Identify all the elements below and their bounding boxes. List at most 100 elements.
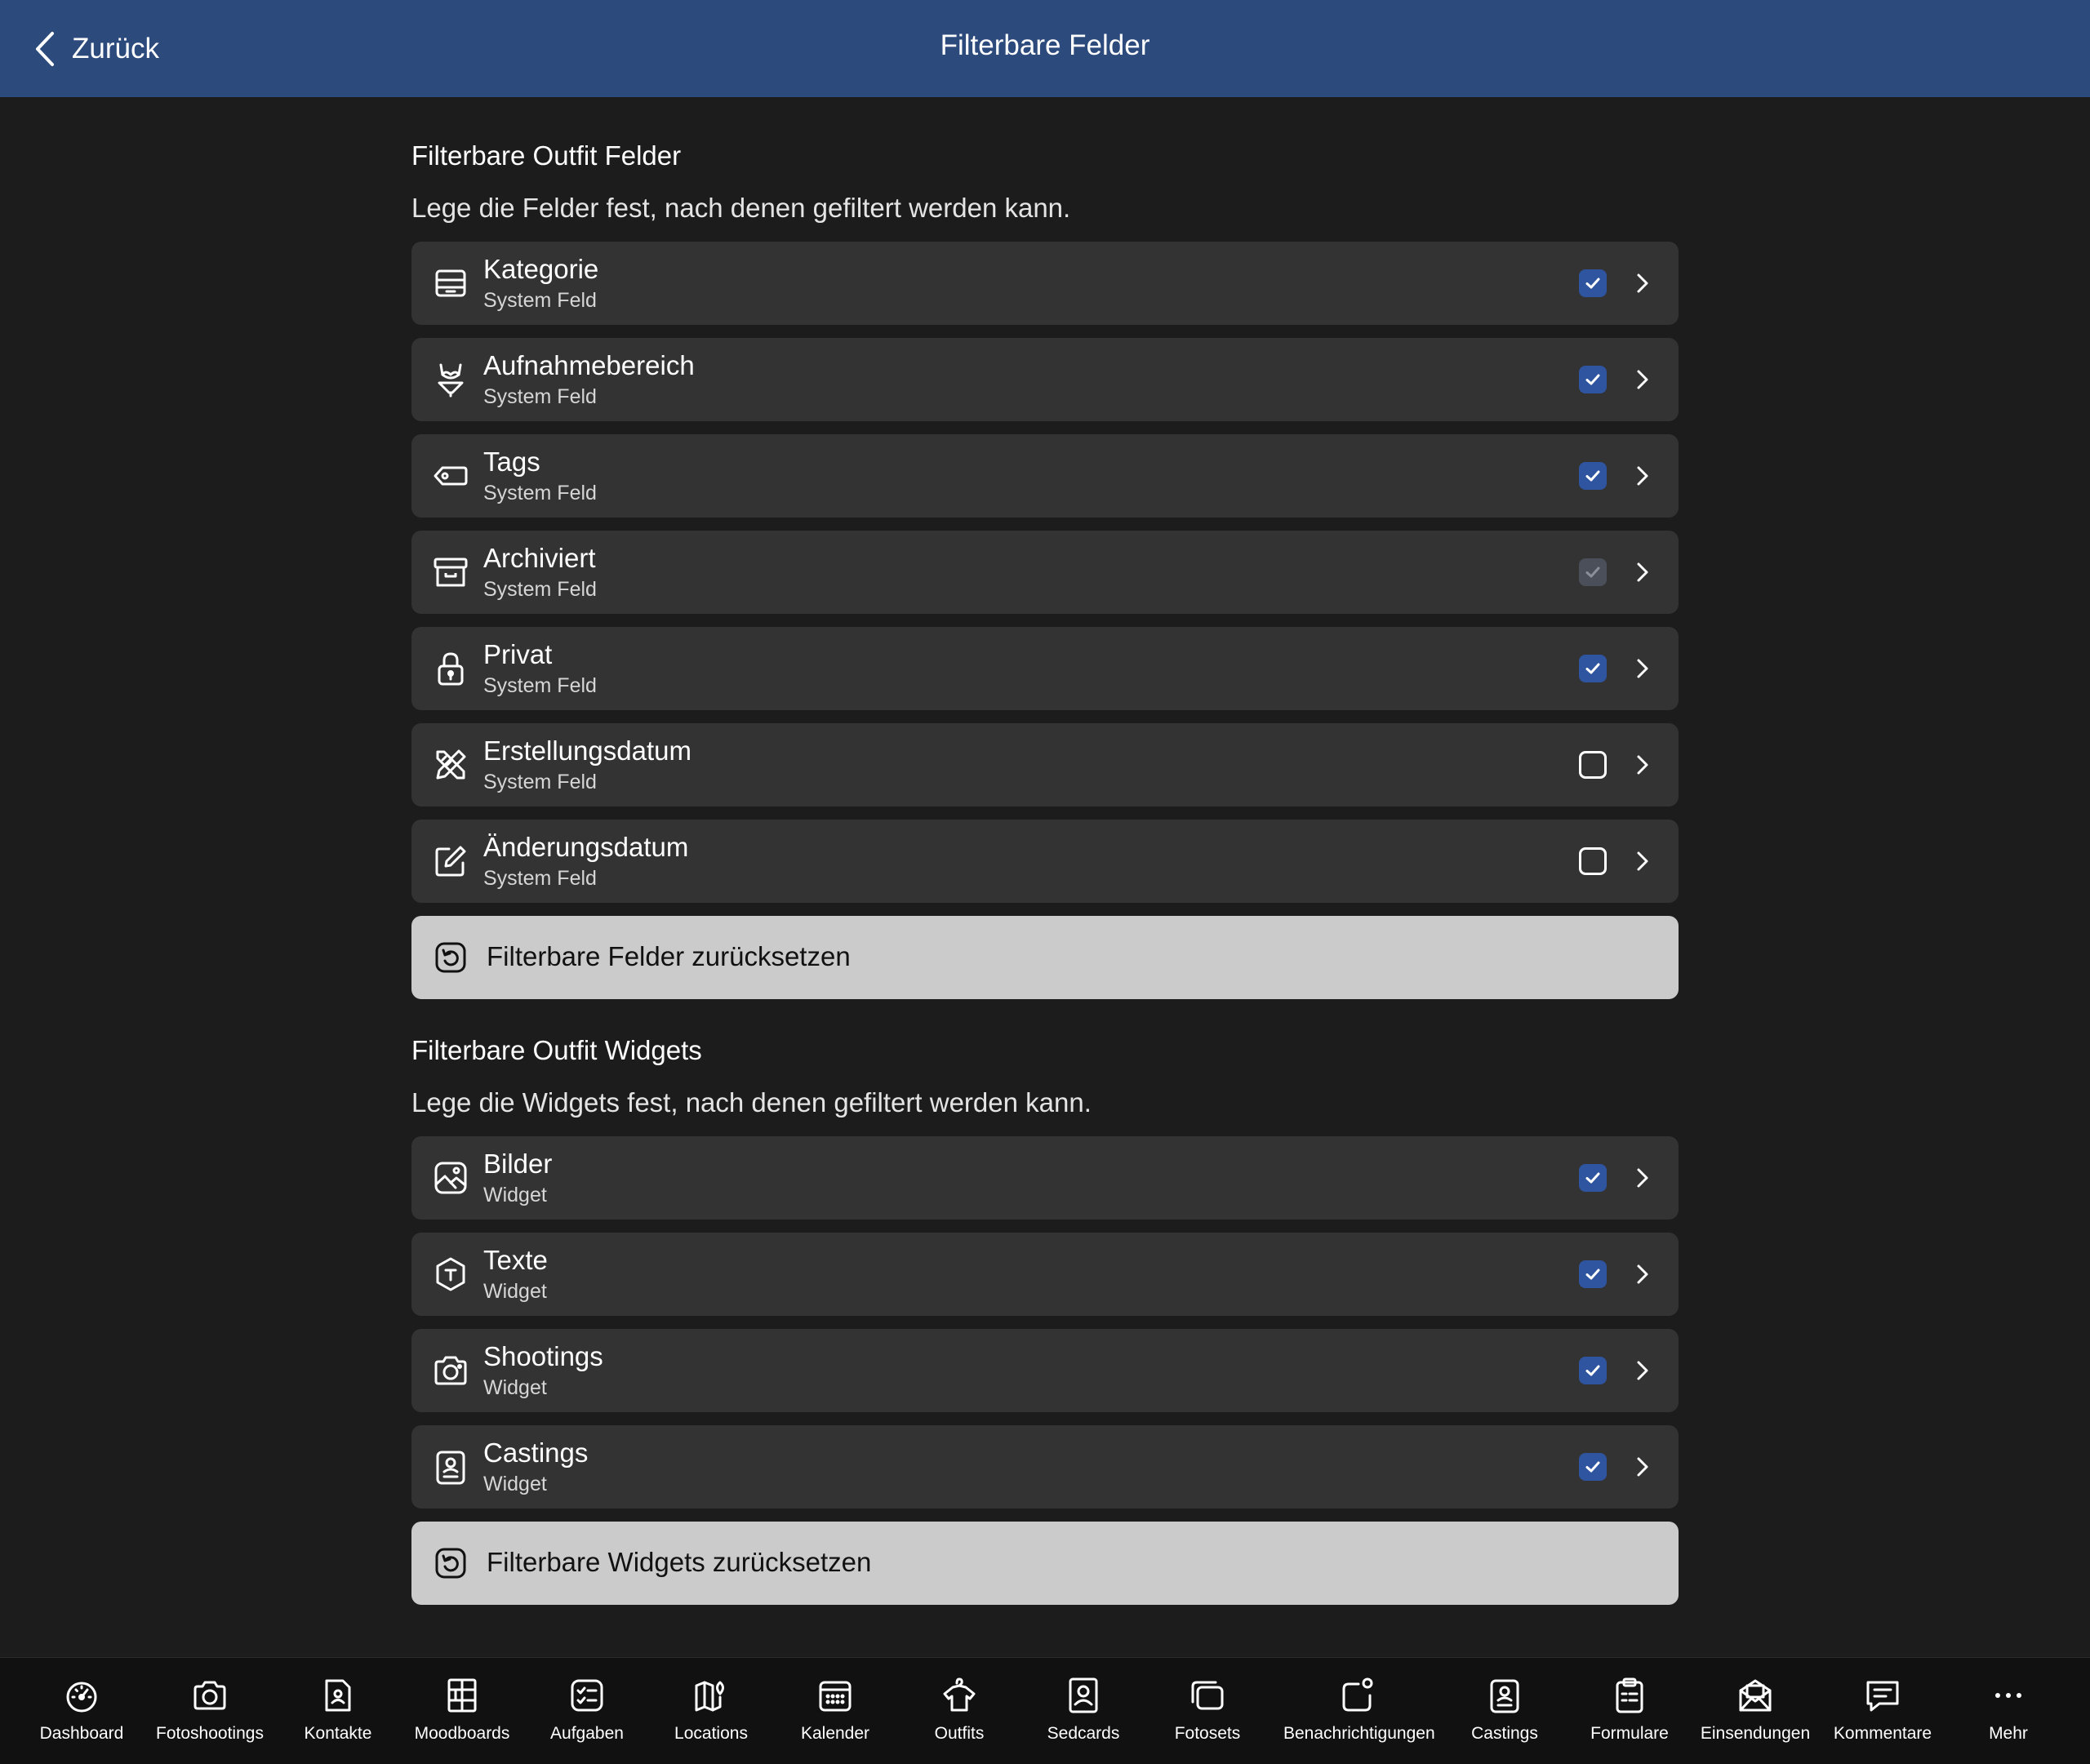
checkbox-checked[interactable] bbox=[1579, 655, 1607, 682]
tab-fotoshootings[interactable]: Fotoshootings bbox=[136, 1658, 283, 1764]
field-subtitle: System Feld bbox=[483, 771, 597, 793]
tab-benachrichtigungen[interactable]: Benachrichtigungen bbox=[1283, 1658, 1435, 1764]
reset-widgets-button[interactable]: Filterbare Widgets zurücksetzen bbox=[411, 1522, 1679, 1605]
tab-label: Benachrichtigungen bbox=[1283, 1724, 1435, 1743]
field-title: Tags bbox=[483, 447, 540, 477]
widget-title: Castings bbox=[483, 1437, 589, 1468]
calendar-icon bbox=[816, 1676, 855, 1715]
widget-title: Shootings bbox=[483, 1341, 603, 1371]
bikini-icon bbox=[431, 360, 470, 399]
widget-subtitle: Widget bbox=[483, 1376, 547, 1399]
tab-label: Fotosets bbox=[1174, 1724, 1241, 1743]
field-row-erstellungsdatum[interactable]: Erstellungsdatum System Feld bbox=[411, 723, 1679, 806]
checkbox-unchecked[interactable] bbox=[1579, 751, 1607, 779]
chevron-right-icon bbox=[1637, 1457, 1648, 1477]
camera-icon bbox=[190, 1676, 229, 1715]
more-dots-icon bbox=[1989, 1676, 2028, 1715]
reset-widgets-label: Filterbare Widgets zurücksetzen bbox=[487, 1547, 872, 1577]
widget-subtitle: Widget bbox=[483, 1184, 547, 1206]
chevron-right-icon bbox=[1637, 370, 1648, 389]
widget-title: Texte bbox=[483, 1245, 548, 1275]
comment-icon bbox=[1863, 1676, 1902, 1715]
chevron-right-icon bbox=[1637, 851, 1648, 871]
checkbox-checked-disabled bbox=[1579, 558, 1607, 586]
reset-icon bbox=[435, 942, 466, 973]
field-row-kategorie[interactable]: Kategorie System Feld bbox=[411, 242, 1679, 325]
tab-label: Dashboard bbox=[39, 1724, 124, 1743]
category-drawer-icon bbox=[431, 264, 470, 303]
chevron-right-icon bbox=[1637, 273, 1648, 293]
field-title: Aufnahmebereich bbox=[483, 350, 695, 380]
photo-stack-icon bbox=[1188, 1676, 1227, 1715]
chevron-right-icon bbox=[1637, 755, 1648, 775]
field-title: Änderungsdatum bbox=[483, 832, 689, 862]
tab-bar: Dashboard Fotoshootings Kontakte Moodboa… bbox=[0, 1657, 2090, 1764]
camera-icon bbox=[431, 1351, 470, 1390]
text-hexagon-icon bbox=[431, 1255, 470, 1294]
chevron-right-icon bbox=[1637, 466, 1648, 486]
map-pin-icon bbox=[691, 1676, 731, 1715]
navigation-bar: Zurück Filterbare Felder bbox=[0, 0, 2090, 97]
field-row-privat[interactable]: Privat System Feld bbox=[411, 627, 1679, 710]
field-row-aenderungsdatum[interactable]: Änderungsdatum System Feld bbox=[411, 820, 1679, 903]
field-row-archiviert[interactable]: Archiviert System Feld bbox=[411, 531, 1679, 614]
tab-label: Fotoshootings bbox=[156, 1724, 264, 1743]
sedcard-icon bbox=[1064, 1676, 1103, 1715]
tab-kommentare[interactable]: Kommentare bbox=[1809, 1658, 1956, 1764]
widget-row-texte[interactable]: Texte Widget bbox=[411, 1233, 1679, 1316]
contact-file-icon bbox=[318, 1676, 358, 1715]
field-subtitle: System Feld bbox=[483, 867, 597, 890]
widgets-section-title: Filterbare Outfit Widgets bbox=[411, 1035, 702, 1065]
checkbox-checked[interactable] bbox=[1579, 1164, 1607, 1192]
lock-icon bbox=[431, 649, 470, 688]
field-subtitle: System Feld bbox=[483, 289, 597, 312]
tab-label: Einsendungen bbox=[1700, 1724, 1811, 1743]
field-subtitle: System Feld bbox=[483, 482, 597, 504]
checkbox-checked[interactable] bbox=[1579, 269, 1607, 297]
field-title: Kategorie bbox=[483, 254, 599, 284]
tab-label: Formulare bbox=[1590, 1724, 1669, 1743]
fields-section-title: Filterbare Outfit Felder bbox=[411, 140, 682, 171]
casting-card-icon bbox=[1485, 1676, 1524, 1715]
widget-title: Bilder bbox=[483, 1149, 553, 1179]
archive-box-icon bbox=[431, 553, 470, 592]
page-title: Filterbare Felder bbox=[940, 29, 1150, 61]
widget-row-castings[interactable]: Castings Widget bbox=[411, 1425, 1679, 1509]
tab-dashboard[interactable]: Dashboard bbox=[8, 1658, 155, 1764]
dashboard-gauge-icon bbox=[62, 1676, 101, 1715]
chevron-right-icon bbox=[1637, 1168, 1648, 1188]
clipboard-form-icon bbox=[1610, 1676, 1649, 1715]
widget-subtitle: Widget bbox=[483, 1473, 547, 1495]
tab-einsendungen[interactable]: Einsendungen bbox=[1682, 1658, 1829, 1764]
chevron-right-icon bbox=[1637, 562, 1648, 582]
moodboard-grid-icon bbox=[442, 1676, 482, 1715]
field-row-aufnahmebereich[interactable]: Aufnahmebereich System Feld bbox=[411, 338, 1679, 421]
field-subtitle: System Feld bbox=[483, 385, 597, 408]
field-subtitle: System Feld bbox=[483, 578, 597, 601]
checkbox-unchecked[interactable] bbox=[1579, 847, 1607, 875]
checkbox-checked[interactable] bbox=[1579, 462, 1607, 490]
tab-formulare[interactable]: Formulare bbox=[1556, 1658, 1703, 1764]
widget-subtitle: Widget bbox=[483, 1280, 547, 1303]
pencil-ruler-icon bbox=[431, 745, 470, 784]
checkbox-checked[interactable] bbox=[1579, 366, 1607, 393]
tab-mehr[interactable]: Mehr bbox=[1935, 1658, 2082, 1764]
tab-fotosets[interactable]: Fotosets bbox=[1134, 1658, 1281, 1764]
notification-icon bbox=[1337, 1676, 1376, 1715]
reset-fields-button[interactable]: Filterbare Felder zurücksetzen bbox=[411, 916, 1679, 999]
tag-icon bbox=[431, 456, 470, 495]
chevron-right-icon bbox=[1637, 1361, 1648, 1380]
widget-row-bilder[interactable]: Bilder Widget bbox=[411, 1136, 1679, 1220]
widgets-section-description: Lege die Widgets fest, nach denen gefilt… bbox=[411, 1087, 1092, 1117]
shirt-hanger-icon bbox=[940, 1676, 979, 1715]
field-row-tags[interactable]: Tags System Feld bbox=[411, 434, 1679, 518]
field-title: Privat bbox=[483, 639, 553, 669]
widget-row-shootings[interactable]: Shootings Widget bbox=[411, 1329, 1679, 1412]
checkbox-checked[interactable] bbox=[1579, 1260, 1607, 1288]
reset-icon bbox=[435, 1548, 466, 1579]
casting-card-icon bbox=[431, 1447, 470, 1486]
checkbox-checked[interactable] bbox=[1579, 1357, 1607, 1384]
image-icon bbox=[431, 1158, 470, 1197]
checkbox-checked[interactable] bbox=[1579, 1453, 1607, 1481]
field-title: Archiviert bbox=[483, 543, 596, 573]
